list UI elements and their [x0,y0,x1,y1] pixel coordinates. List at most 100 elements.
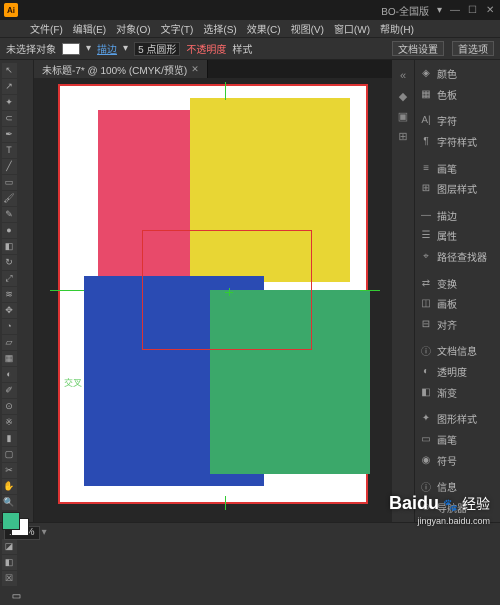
panel-color[interactable]: ◈颜色 [415,64,500,84]
opacity-link[interactable]: 不透明度 [186,41,226,56]
eraser-tool[interactable]: ◧ [2,239,17,254]
slice-tool[interactable]: ✂ [2,463,17,478]
document-tab[interactable]: 未标题-7* @ 100% (CMYK/预览) ✕ [34,60,208,78]
menu-view[interactable]: 视图(V) [287,21,328,36]
gradient-tool[interactable]: ◐ [2,367,17,382]
stroke-profile[interactable]: 5 点圆形 [134,42,180,56]
panel-graphicstyles[interactable]: ✦图形样式 [415,409,500,429]
panel-stroke[interactable]: —描边 [415,206,500,226]
panel-brushes[interactable]: ≡画笔 [415,158,500,178]
search-icon[interactable]: ▾ [437,5,442,16]
panel-brushes2[interactable]: ▭画笔 [415,430,500,450]
artboards-icon: ◫ [419,297,433,311]
symbol-sprayer-tool[interactable]: ※ [2,415,17,430]
tab-close-icon[interactable]: ✕ [191,64,199,75]
zoom-dropdown-icon[interactable]: ▾ [42,527,47,538]
panel-transform[interactable]: ⇄变换 [415,273,500,293]
smart-guide-right [360,290,380,291]
panel-info[interactable]: ⓘ 信息 [415,477,500,497]
prefs-button[interactable]: 首选项 [452,41,494,56]
panel-symbols[interactable]: ◉符号 [415,450,500,470]
blend-tool[interactable]: ⊙ [2,399,17,414]
panel-charstyle[interactable]: ¶字符样式 [415,132,500,152]
panel-gradient[interactable]: ◧渐变 [415,382,500,402]
color-mode-icon[interactable]: ◪ [2,539,17,554]
fill-stroke-control[interactable] [2,512,31,536]
panel-artboards[interactable]: ◫画板 [415,294,500,314]
menu-object[interactable]: 对象(O) [112,21,154,36]
magic-wand-tool[interactable]: ✦ [2,95,17,110]
yellow-rectangle[interactable] [190,98,350,282]
menubar: 文件(F) 编辑(E) 对象(O) 文字(T) 选择(S) 效果(C) 视图(V… [0,20,500,38]
menu-type[interactable]: 文字(T) [157,21,198,36]
panel-label: 渐变 [437,385,457,400]
menu-window[interactable]: 窗口(W) [330,21,374,36]
menu-edit[interactable]: 编辑(E) [69,21,110,36]
smart-guide-top [225,82,226,100]
panel-label: 信息 [437,479,457,494]
graphicstyles-icon: ✦ [419,412,433,426]
menu-file[interactable]: 文件(F) [26,21,67,36]
fill-color[interactable] [2,512,20,530]
zoom-tool[interactable]: 🔍 [2,495,17,510]
menu-help[interactable]: 帮助(H) [376,21,418,36]
rectangle-tool[interactable]: ▭ [2,175,17,190]
panel-docinfo[interactable]: ⓘ文档信息 [415,341,500,361]
lasso-tool[interactable]: ⊂ [2,111,17,126]
panel-align[interactable]: ⊟对齐 [415,315,500,335]
stroke-dropdown-icon[interactable]: ▾ [123,43,128,54]
strip-icon-2[interactable]: ▣ [394,107,412,125]
close-icon[interactable]: ✕ [486,5,496,15]
panel-label: 字符 [437,113,457,128]
smart-guide-left [50,290,84,291]
scale-tool[interactable]: ⤢ [2,271,17,286]
align-icon: ⊟ [419,317,433,331]
direct-selection-tool[interactable]: ↗ [2,79,17,94]
eyedropper-tool[interactable]: ✐ [2,383,17,398]
column-graph-tool[interactable]: ▮ [2,431,17,446]
document-area: 未标题-7* @ 100% (CMYK/预览) ✕ 交叉 [34,60,392,522]
artboard-tool[interactable]: ▢ [2,447,17,462]
transparency-icon: ◐ [419,365,433,379]
line-tool[interactable]: ╱ [2,159,17,174]
canvas[interactable]: 交叉 [34,78,392,522]
hand-tool[interactable]: ✋ [2,479,17,494]
blob-brush-tool[interactable]: ● [2,223,17,238]
stroke-link[interactable]: 描边 [97,41,117,56]
collapse-toggle-icon[interactable]: « [394,67,412,85]
free-transform-tool[interactable]: ✥ [2,303,17,318]
info-icon: ⓘ [419,480,433,494]
selection-tool[interactable]: ↖ [2,63,17,78]
green-rectangle[interactable] [210,290,370,474]
type-tool[interactable]: T [2,143,17,158]
shape-builder-tool[interactable]: ◔ [2,319,17,334]
center-point-icon [225,288,233,296]
swatch-dropdown-icon[interactable]: ▾ [86,43,91,54]
menu-effect[interactable]: 效果(C) [243,21,285,36]
panel-character[interactable]: A|字符 [415,111,500,131]
panel-swatches[interactable]: ▦色板 [415,85,500,105]
maximize-icon[interactable]: ☐ [468,5,478,15]
gradient-mode-icon[interactable]: ◧ [2,555,17,570]
paintbrush-tool[interactable]: 🖌 [2,191,17,206]
pen-tool[interactable]: ✒ [2,127,17,142]
panel-label: 色板 [437,87,457,102]
menu-select[interactable]: 选择(S) [199,21,240,36]
panel-navigator[interactable]: ⊕导航器 [415,497,500,517]
pencil-tool[interactable]: ✎ [2,207,17,222]
panel-transparency[interactable]: ◐透明度 [415,362,500,382]
panel-attributes[interactable]: ☰属性 [415,226,500,246]
strip-icon-3[interactable]: ⊞ [394,127,412,145]
fill-swatch[interactable] [62,43,80,55]
width-tool[interactable]: ≋ [2,287,17,302]
panel-layerstyle[interactable]: ⊞图层样式 [415,179,500,199]
mesh-tool[interactable]: ▦ [2,351,17,366]
minimize-icon[interactable]: — [450,5,460,15]
strip-icon-1[interactable]: ◆ [394,87,412,105]
panel-pathfinder[interactable]: ⌖路径查找器 [415,247,500,267]
none-mode-icon[interactable]: ☒ [2,571,17,586]
rotate-tool[interactable]: ↻ [2,255,17,270]
doc-setup-button[interactable]: 文档设置 [392,41,444,56]
perspective-tool[interactable]: ▱ [2,335,17,350]
screen-mode-icon[interactable]: ▭ [2,587,31,605]
